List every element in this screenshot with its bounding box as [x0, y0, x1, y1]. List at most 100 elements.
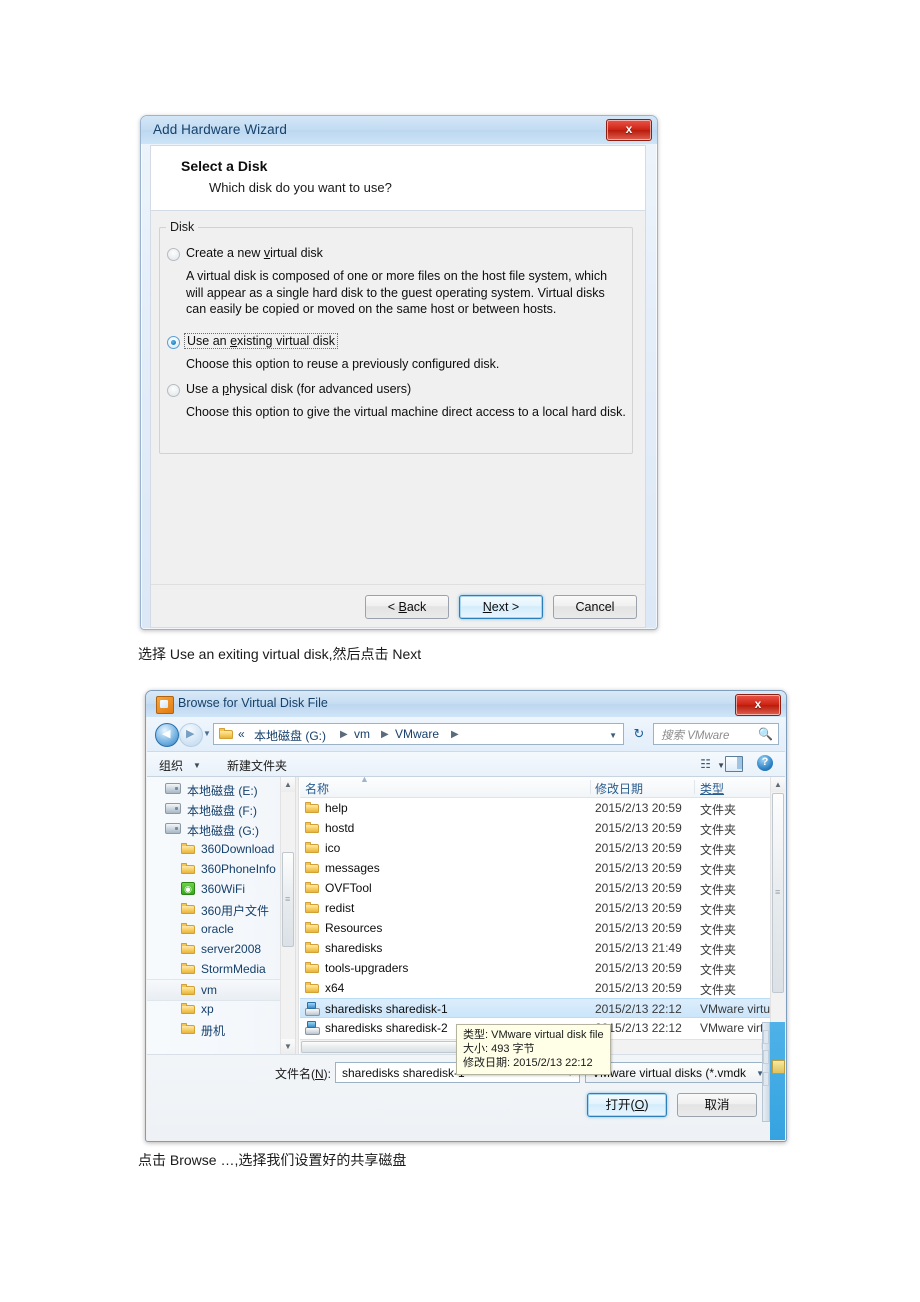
help-icon[interactable]: ? — [757, 755, 773, 771]
back-button[interactable]: < Back — [365, 595, 449, 619]
scroll-up-icon[interactable]: ▲ — [281, 777, 295, 792]
column-header-name[interactable]: 名称 — [305, 780, 329, 797]
radio-description-use-physical: Choose this option to give the virtual m… — [186, 405, 626, 419]
search-placeholder: 搜索 VMware — [661, 730, 730, 742]
browse-titlebar[interactable]: Browse for Virtual Disk File x — [146, 691, 786, 717]
wizard-titlebar[interactable]: Add Hardware Wizard x — [141, 116, 657, 144]
chevron-down-icon[interactable]: ▼ — [193, 761, 201, 770]
recent-locations-icon[interactable]: ▼ — [203, 729, 211, 738]
table-row[interactable]: Resources 2015/2/13 20:59 文件夹 — [300, 918, 770, 938]
organize-button[interactable]: 组织 — [159, 757, 183, 774]
back-navigation-icon[interactable]: ◀ — [155, 723, 179, 747]
scroll-down-icon[interactable]: ▼ — [281, 1039, 295, 1054]
table-row[interactable]: redist 2015/2/13 20:59 文件夹 — [300, 898, 770, 918]
open-button[interactable]: 打开(O) — [587, 1093, 667, 1117]
folder-icon — [219, 728, 233, 739]
file-list-pane: 名称 ▲ 修改日期 类型 help 2015/2/13 20:59 文件夹 host… — [300, 777, 785, 1054]
folder-icon — [181, 1023, 195, 1034]
desktop-background — [770, 1022, 785, 1140]
table-row[interactable]: sharedisks 2015/2/13 21:49 文件夹 — [300, 938, 770, 958]
next-button[interactable]: Next > — [459, 595, 543, 619]
nav-item-drive-g[interactable]: 本地磁盘 (G:) — [147, 819, 295, 839]
breadcrumb-item-drive[interactable]: 本地磁盘 (G:) — [254, 727, 326, 744]
nav-item-server2008[interactable]: server2008 — [147, 939, 295, 959]
column-header-type[interactable]: 类型 — [700, 780, 724, 797]
table-row[interactable]: sharedisks sharedisk-1 2015/2/13 22:12 V… — [300, 998, 779, 1018]
table-row[interactable]: tools-upgraders 2015/2/13 20:59 文件夹 — [300, 958, 770, 978]
pane-splitter[interactable] — [295, 777, 299, 1054]
folder-icon — [181, 903, 195, 914]
breadcrumb-chevrons[interactable]: « — [238, 727, 245, 741]
radio-description-create-new: A virtual disk is composed of one or mor… — [186, 269, 608, 316]
nav-item-360download[interactable]: 360Download — [147, 839, 295, 859]
column-header-date[interactable]: 修改日期 — [595, 780, 643, 797]
table-row[interactable]: OVFTool 2015/2/13 20:59 文件夹 — [300, 878, 770, 898]
chevron-down-icon[interactable]: ▼ — [609, 731, 617, 740]
file-list-scrollbar[interactable]: ▲ ▼ — [770, 777, 785, 1039]
forward-navigation-icon[interactable]: ▶ — [179, 723, 203, 747]
folder-icon — [305, 902, 319, 913]
cancel-button[interactable]: Cancel — [553, 595, 637, 619]
radio-icon[interactable] — [167, 336, 180, 349]
nav-item-drive-e[interactable]: 本地磁盘 (E:) — [147, 779, 295, 799]
close-icon[interactable]: x — [606, 119, 652, 141]
breadcrumb-item-vmware[interactable]: VMware — [395, 727, 439, 741]
nav-item-drive-f[interactable]: 本地磁盘 (F:) — [147, 799, 295, 819]
scroll-up-icon[interactable]: ▲ — [771, 777, 785, 792]
view-options-icon[interactable]: ☷ — [700, 757, 711, 771]
folder-icon — [305, 802, 319, 813]
nav-item-360userfiles[interactable]: 360用户文件 — [147, 899, 295, 919]
scrollbar-thumb[interactable] — [772, 793, 784, 993]
document-page: Add Hardware Wizard x Select a Disk Whic… — [0, 0, 920, 1302]
folder-icon — [305, 982, 319, 993]
cancel-button[interactable]: 取消 — [677, 1093, 757, 1117]
radio-icon[interactable] — [167, 384, 180, 397]
radio-icon[interactable] — [167, 248, 180, 261]
command-bar: 组织 ▼ 新建文件夹 ☷ ▼ ? — [147, 751, 785, 777]
table-row[interactable]: hostd 2015/2/13 20:59 文件夹 — [300, 818, 770, 838]
drive-icon — [165, 783, 181, 794]
tooltip-size-label: 大小 — [463, 1043, 485, 1055]
wizard-body: Disk Create a new virtual disk A virtual… — [150, 211, 646, 584]
wifi-icon: ◉ — [181, 882, 195, 895]
new-folder-button[interactable]: 新建文件夹 — [227, 757, 287, 774]
scrollbar-thumb[interactable] — [282, 852, 294, 947]
desktop-icon — [772, 1060, 785, 1074]
breadcrumb[interactable]: « 本地磁盘 (G:) ▶ vm ▶ VMware ▶ ▼ — [213, 723, 624, 745]
folder-icon — [305, 962, 319, 973]
filetype-select[interactable]: VMware virtual disks (*.vmdk ▼ — [585, 1062, 770, 1083]
breadcrumb-separator: ▶ — [451, 729, 459, 740]
content-area: 本地磁盘 (E:) 本地磁盘 (F:) 本地磁盘 (G:) 360Downloa… — [147, 777, 785, 1054]
table-row[interactable]: x64 2015/2/13 20:59 文件夹 — [300, 978, 770, 998]
chevron-down-icon[interactable]: ▼ — [717, 761, 725, 770]
close-icon[interactable]: x — [735, 694, 781, 716]
nav-item-360wifi[interactable]: ◉ 360WiFi — [147, 879, 295, 899]
table-row[interactable]: ico 2015/2/13 20:59 文件夹 — [300, 838, 770, 858]
refresh-icon[interactable]: ↻ — [629, 724, 649, 744]
vmdk-file-icon — [305, 1002, 320, 1016]
address-bar: ◀ ▶ ▼ « 本地磁盘 (G:) ▶ vm ▶ VMware ▶ ▼ ↻ 搜索… — [147, 717, 785, 751]
nav-item-stormmedia[interactable]: StormMedia — [147, 959, 295, 979]
folder-icon — [305, 882, 319, 893]
navigation-pane-scrollbar[interactable]: ▲ ▼ — [280, 777, 295, 1054]
folder-icon — [181, 984, 195, 995]
browse-title: Browse for Virtual Disk File — [178, 696, 328, 710]
preview-pane-icon[interactable] — [725, 756, 743, 772]
nav-item-oracle[interactable]: oracle — [147, 919, 295, 939]
breadcrumb-item-vm[interactable]: vm — [354, 727, 370, 741]
nav-item-other[interactable]: 册机 — [147, 1019, 295, 1039]
table-row[interactable]: help 2015/2/13 20:59 文件夹 — [300, 798, 770, 818]
sort-indicator-icon: ▲ — [360, 777, 369, 784]
scrollbar-thumb[interactable] — [301, 1041, 481, 1053]
nav-item-360phoneinfo[interactable]: 360PhoneInfo — [147, 859, 295, 879]
drive-icon — [165, 823, 181, 834]
nav-item-vm[interactable]: vm — [147, 979, 295, 1001]
vmdk-file-icon — [305, 1021, 320, 1035]
browse-for-virtual-disk-file-dialog: Browse for Virtual Disk File x ◀ ▶ ▼ « 本… — [145, 690, 787, 1142]
search-input[interactable]: 搜索 VMware 🔍 — [653, 723, 779, 745]
folder-icon — [181, 843, 195, 854]
nav-item-xp[interactable]: xp — [147, 999, 295, 1019]
tooltip-size-value: 493 字节 — [491, 1043, 535, 1055]
table-row[interactable]: messages 2015/2/13 20:59 文件夹 — [300, 858, 770, 878]
radio-description-use-existing: Choose this option to reuse a previously… — [186, 357, 500, 371]
